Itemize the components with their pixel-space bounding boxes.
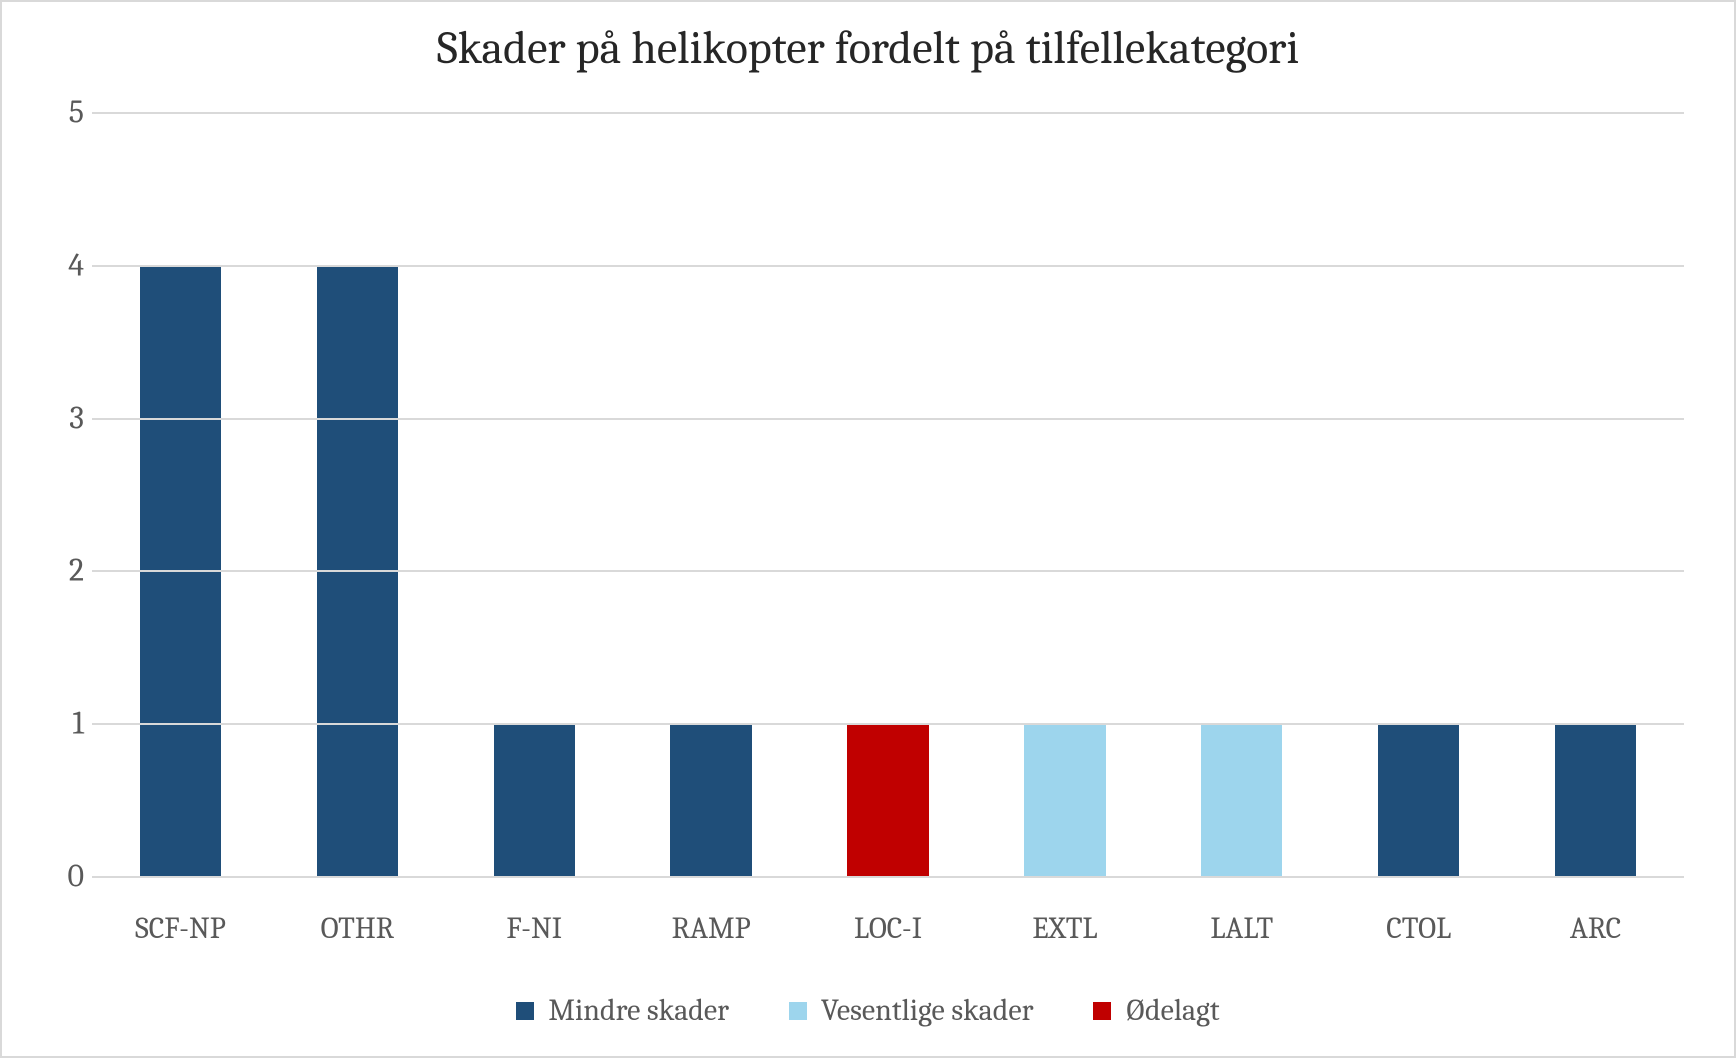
bar — [494, 723, 575, 876]
legend: Mindre skader Vesentlige skader Ødelagt — [2, 993, 1734, 1028]
x-tick-label: LOC-I — [800, 911, 977, 946]
y-tick-label: 4 — [34, 246, 84, 283]
gridline — [92, 265, 1684, 267]
legend-item: Vesentlige skader — [789, 993, 1033, 1028]
category-slot — [269, 112, 446, 876]
x-axis-labels: SCF-NPOTHRF-NIRAMPLOC-IEXTLLALTCTOLARC — [92, 911, 1684, 946]
chart-title: Skader på helikopter fordelt på tilfelle… — [2, 2, 1734, 85]
legend-label: Ødelagt — [1125, 993, 1219, 1028]
bar — [670, 723, 751, 876]
gridline — [92, 570, 1684, 572]
x-tick-label: F-NI — [446, 911, 623, 946]
plot-area: 012345 — [92, 112, 1684, 876]
x-tick-label: SCF-NP — [92, 911, 269, 946]
y-tick-label: 3 — [34, 399, 84, 436]
legend-swatch — [516, 1002, 534, 1020]
gridline — [92, 723, 1684, 725]
x-tick-label: LALT — [1153, 911, 1330, 946]
x-tick-label: CTOL — [1330, 911, 1507, 946]
category-slot — [446, 112, 623, 876]
category-slot — [976, 112, 1153, 876]
gridline — [92, 876, 1684, 878]
category-slot — [1330, 112, 1507, 876]
x-tick-label: RAMP — [623, 911, 800, 946]
y-tick-label: 1 — [34, 705, 84, 742]
bar — [1378, 723, 1459, 876]
category-slot — [92, 112, 269, 876]
y-tick-label: 2 — [34, 552, 84, 589]
bars-row — [92, 112, 1684, 876]
bar — [1555, 723, 1636, 876]
legend-label: Mindre skader — [548, 993, 729, 1028]
legend-swatch — [1093, 1002, 1111, 1020]
legend-item: Ødelagt — [1093, 993, 1219, 1028]
category-slot — [800, 112, 977, 876]
legend-swatch — [789, 1002, 807, 1020]
gridline — [92, 112, 1684, 114]
y-tick-label: 0 — [34, 858, 84, 895]
category-slot — [1153, 112, 1330, 876]
legend-label: Vesentlige skader — [821, 993, 1033, 1028]
legend-item: Mindre skader — [516, 993, 729, 1028]
chart-container: Skader på helikopter fordelt på tilfelle… — [0, 0, 1736, 1058]
category-slot — [1507, 112, 1684, 876]
y-tick-label: 5 — [34, 94, 84, 131]
bar — [1024, 723, 1105, 876]
x-tick-label: EXTL — [976, 911, 1153, 946]
bar — [847, 723, 928, 876]
bar — [1201, 723, 1282, 876]
x-tick-label: OTHR — [269, 911, 446, 946]
category-slot — [623, 112, 800, 876]
x-tick-label: ARC — [1507, 911, 1684, 946]
gridline — [92, 418, 1684, 420]
